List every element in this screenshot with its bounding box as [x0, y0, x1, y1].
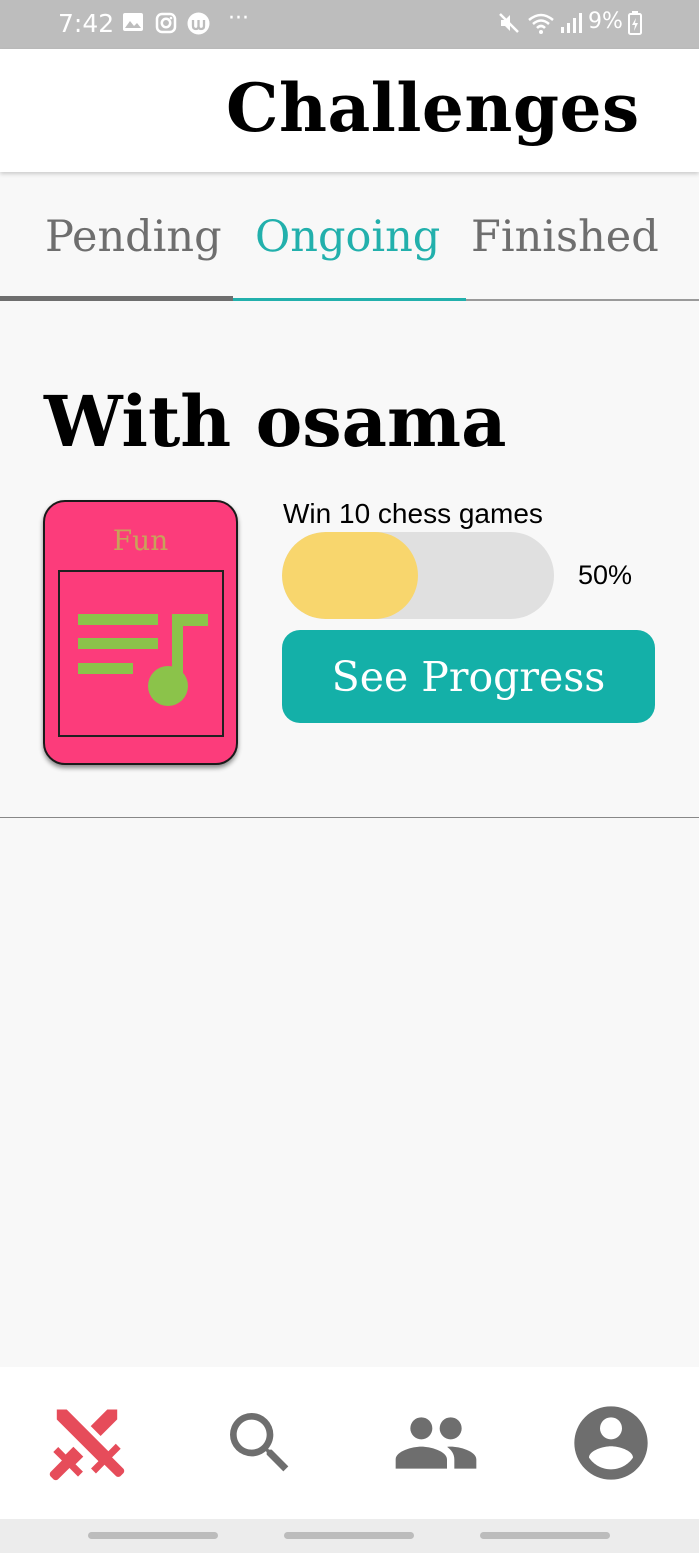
nav-profile[interactable]: [541, 1367, 681, 1519]
progress-percent: 50%: [578, 560, 633, 590]
tab-pending[interactable]: Pending: [45, 212, 222, 262]
recents-gesture-handle[interactable]: [88, 1532, 218, 1539]
system-gesture-bar: [0, 1519, 699, 1553]
tab-bar: Pending Ongoing Finished: [0, 172, 699, 302]
category-frame: [58, 570, 224, 737]
tab-active-indicator: [233, 298, 466, 301]
instagram-icon: [155, 12, 177, 39]
search-icon: [230, 1413, 289, 1472]
battery-percent: 9%: [588, 9, 623, 34]
page-title: Challenges: [226, 69, 640, 147]
wifi-icon: [528, 12, 554, 39]
nav-search[interactable]: [190, 1367, 330, 1519]
app-notification-icon: [187, 12, 210, 40]
nav-friends[interactable]: [366, 1367, 506, 1519]
status-bar: 7:42 ··· 9%: [0, 0, 699, 49]
signal-icon: [560, 12, 582, 39]
tab-ongoing[interactable]: Ongoing: [255, 212, 440, 262]
see-progress-button[interactable]: See Progress: [282, 630, 655, 723]
progress-bar: [282, 532, 554, 619]
app-header: Challenges: [0, 49, 699, 172]
battery-icon: [628, 11, 642, 40]
challenge-card: With osama Fun Win 10 chess games 50% Se…: [0, 302, 699, 818]
tab-finished[interactable]: Finished: [471, 212, 659, 262]
tab-pending-underline: [0, 296, 233, 301]
category-badge: Fun: [43, 500, 238, 765]
nav-challenges[interactable]: [17, 1367, 157, 1519]
more-dots-icon: ···: [228, 6, 249, 31]
playlist-music-icon: [78, 614, 208, 706]
mute-icon: [498, 12, 520, 39]
back-gesture-handle[interactable]: [480, 1532, 610, 1539]
account-circle-icon: [574, 1406, 648, 1480]
progress-fill: [282, 532, 418, 619]
challenge-heading: With osama: [44, 380, 507, 463]
status-time: 7:42: [58, 9, 115, 38]
category-label: Fun: [112, 524, 169, 557]
home-gesture-handle[interactable]: [284, 1532, 414, 1539]
challenge-goal: Win 10 chess games: [283, 498, 543, 529]
gallery-icon: [122, 12, 144, 37]
bottom-nav: [0, 1367, 699, 1519]
crossed-swords-icon: [49, 1409, 125, 1481]
people-icon: [395, 1417, 477, 1469]
